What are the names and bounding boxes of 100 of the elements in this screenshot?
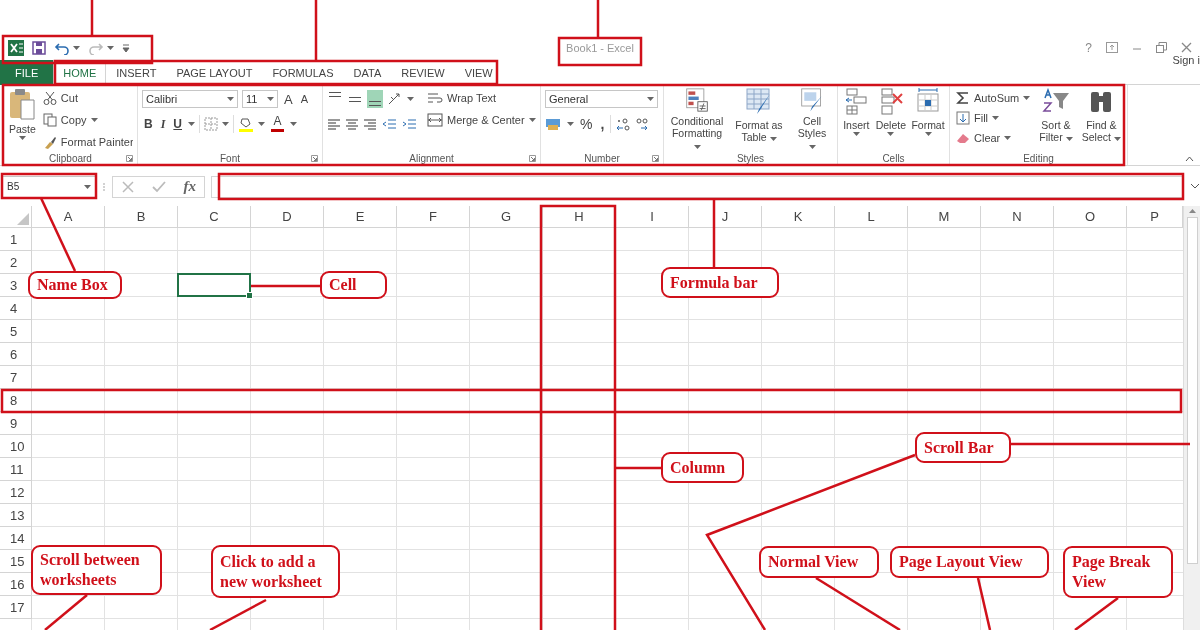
bold-button[interactable]: B <box>142 116 155 132</box>
column-header[interactable]: J <box>689 206 762 228</box>
ribbon-tab[interactable]: FORMULAS <box>262 60 344 85</box>
ribbon-tab[interactable]: DATA <box>343 60 392 85</box>
column-header[interactable]: K <box>762 206 835 228</box>
caret-icon <box>227 97 234 101</box>
dialog-launcher-icon <box>652 155 659 162</box>
column-header[interactable]: I <box>616 206 689 228</box>
selected-cell[interactable] <box>177 273 251 297</box>
number-format-field[interactable]: General <box>545 90 658 108</box>
row-header[interactable]: 6 <box>0 343 32 366</box>
select-all-icon <box>17 213 29 225</box>
column-header[interactable]: F <box>397 206 470 228</box>
help-button[interactable]: ? <box>1085 40 1092 55</box>
caret-icon <box>528 117 536 122</box>
undo-button[interactable] <box>54 40 80 55</box>
ribbon-tab[interactable]: REVIEW <box>391 60 455 85</box>
grow-font-button[interactable]: A <box>282 90 295 108</box>
row-header[interactable]: 5 <box>0 320 32 343</box>
row-header[interactable]: 2 <box>0 251 32 274</box>
clipboard-icon <box>9 88 36 120</box>
style-button[interactable]: Cell Styles <box>792 88 832 151</box>
ribbon-tab[interactable]: VIEW <box>454 60 503 85</box>
dialog-launcher-icon <box>311 155 318 162</box>
save-button[interactable] <box>32 40 46 55</box>
leader-line <box>615 466 661 470</box>
row-header[interactable]: 4 <box>0 297 32 320</box>
shrink-font-button[interactable]: A <box>298 92 310 106</box>
caret-icon <box>992 115 1000 120</box>
font-size-field[interactable]: 11 <box>242 90 278 108</box>
italic-button[interactable]: I <box>158 115 168 133</box>
column-header[interactable]: B <box>105 206 178 228</box>
cut-button[interactable]: Cut <box>40 88 133 107</box>
decrease-indent-icon <box>381 117 397 131</box>
row-header[interactable]: 10 <box>0 435 32 458</box>
copy-button[interactable]: Copy <box>40 110 133 129</box>
font-name-field[interactable]: Calibri <box>142 90 238 108</box>
style-button[interactable]: Format as Table <box>730 88 788 151</box>
callout-label: Page Layout View <box>890 546 1049 578</box>
column-header[interactable]: C <box>178 206 251 228</box>
leader-line <box>314 0 318 61</box>
caret-icon <box>924 132 932 136</box>
caret-icon <box>258 122 265 126</box>
caret-icon <box>693 145 701 149</box>
row-header[interactable]: 15 <box>0 550 32 573</box>
cells-button[interactable]: Delete <box>874 88 907 151</box>
caret-icon <box>84 184 91 189</box>
column-header[interactable]: P <box>1127 206 1183 228</box>
insert-function-button[interactable]: fx <box>183 178 196 195</box>
align-button[interactable] <box>367 90 383 108</box>
wrap-text-button[interactable]: Wrap Text <box>425 88 536 107</box>
row-header[interactable]: 7 <box>0 366 32 389</box>
cells-button[interactable]: Insert <box>842 88 871 151</box>
comma-button[interactable]: , <box>598 115 607 133</box>
redo-button[interactable] <box>88 40 114 55</box>
column-header[interactable]: L <box>835 206 908 228</box>
caret-icon <box>852 132 860 136</box>
caret-icon <box>887 132 895 136</box>
sort-filter-button[interactable]: Sort & Filter <box>1036 88 1076 151</box>
wrap-text-icon <box>427 90 443 105</box>
column-header[interactable]: G <box>470 206 543 228</box>
leader-line <box>596 0 600 38</box>
merge-center-button[interactable]: Merge & Center <box>425 110 536 129</box>
find-select-button[interactable]: Find & Select <box>1079 88 1123 151</box>
vertical-scrollbar[interactable] <box>1183 206 1200 630</box>
row-header[interactable]: 14 <box>0 527 32 550</box>
row-header[interactable]: 13 <box>0 504 32 527</box>
row-header[interactable]: 17 <box>0 596 32 619</box>
ribbon-tab[interactable]: PAGE LAYOUT <box>166 60 263 85</box>
column-header[interactable]: D <box>251 206 324 228</box>
sign-in-link[interactable]: Sign i <box>1172 54 1200 66</box>
autosum-button[interactable]: AutoSum <box>954 88 1033 107</box>
percent-button[interactable]: % <box>578 115 595 133</box>
column-header[interactable]: M <box>908 206 981 228</box>
paste-button[interactable]: Paste <box>8 88 37 151</box>
group-label: Editing <box>1023 152 1054 164</box>
dropdown-icon <box>122 43 130 52</box>
caret-icon <box>1004 135 1012 140</box>
formula-input[interactable] <box>211 175 1184 198</box>
row-header[interactable]: 11 <box>0 458 32 481</box>
row-header[interactable]: 12 <box>0 481 32 504</box>
conditional-formatting-icon <box>684 88 710 112</box>
row-header[interactable]: 1 <box>0 228 32 251</box>
clear-button[interactable]: Clear <box>954 128 1033 147</box>
cells-button[interactable]: Format <box>911 88 945 151</box>
style-button[interactable]: Conditional Formatting <box>668 88 726 151</box>
ribbon-tab[interactable]: INSERT <box>106 60 167 85</box>
row-header[interactable]: 9 <box>0 412 32 435</box>
column-header[interactable]: O <box>1054 206 1127 228</box>
column-header[interactable]: N <box>981 206 1054 228</box>
column-header[interactable]: A <box>32 206 105 228</box>
format-painter-button[interactable]: Format Painter <box>40 132 133 151</box>
fill-button[interactable]: Fill <box>954 108 1033 127</box>
column-header[interactable]: E <box>324 206 397 228</box>
save-icon <box>32 40 46 55</box>
caret-icon <box>1023 95 1031 100</box>
font-color-button[interactable]: A <box>269 115 286 133</box>
customize-toolbar-button[interactable] <box>122 43 130 52</box>
underline-button[interactable]: U <box>171 116 184 132</box>
callout-label: Column <box>661 452 744 483</box>
